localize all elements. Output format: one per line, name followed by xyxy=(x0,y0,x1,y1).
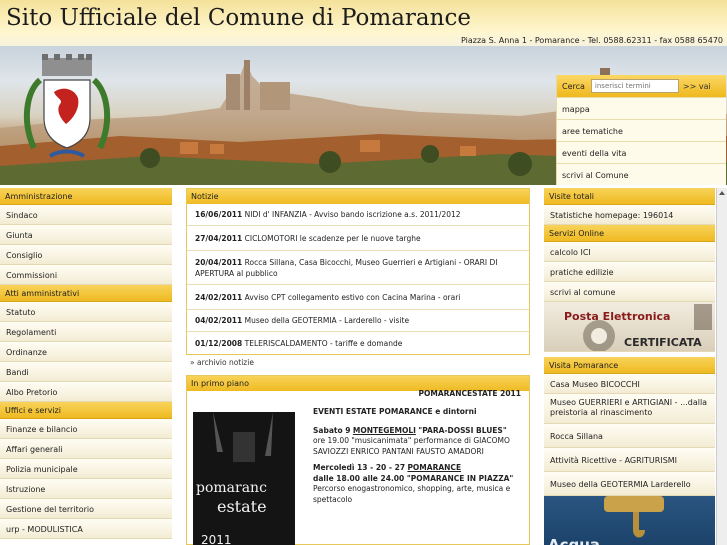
vertical-scrollbar[interactable] xyxy=(716,188,727,545)
visit-rocca-sillana[interactable]: Rocca Sillana xyxy=(544,424,715,448)
menu-item-affari-generali[interactable]: Affari generali xyxy=(0,439,172,459)
news-panel: Notizie 16/06/2011 NIDI d' INFANZIA - Av… xyxy=(186,188,530,355)
news-item[interactable]: 04/02/2011 Museo della GEOTERMIA - Larde… xyxy=(187,310,529,332)
acqua-text: Acqua xyxy=(548,536,600,545)
menu-item-consiglio[interactable]: Consiglio xyxy=(0,245,172,265)
visits-heading: Visite totali xyxy=(544,188,715,205)
news-item[interactable]: 01/12/2008 TELERISCALDAMENTO - tariffe e… xyxy=(187,332,529,354)
scroll-up-arrow-icon[interactable] xyxy=(717,188,727,198)
service-calcolo-ici[interactable]: calcolo ICI xyxy=(544,242,715,262)
pec-text-1: Posta Elettronica xyxy=(564,310,670,323)
menu-heading-uffici: Uffici e servizi xyxy=(0,402,172,419)
visits-stats[interactable]: Statistiche homepage: 196014 xyxy=(544,205,715,225)
search-panel: Cerca >> vai mappa aree tematiche eventi… xyxy=(556,75,726,185)
menu-item-giunta[interactable]: Giunta xyxy=(0,225,172,245)
news-item[interactable]: 24/02/2011 Avviso CPT collegamento estiv… xyxy=(187,285,529,310)
poster-text-1: pomaranc xyxy=(196,480,267,496)
news-archive-link[interactable]: » archivio notizie xyxy=(186,355,530,370)
news-item[interactable]: 16/06/2011 NIDI d' INFANZIA - Avviso ban… xyxy=(187,204,529,226)
acqua-banner[interactable]: Acqua xyxy=(544,496,715,545)
menu-item-albo-pretorio[interactable]: Albo Pretorio xyxy=(0,382,172,402)
event-poster[interactable]: pomaranc estate 2011 xyxy=(193,412,295,545)
contact-info: Piazza S. Anna 1 - Pomarance - Tel. 0588… xyxy=(460,36,723,45)
main-content: Notizie 16/06/2011 NIDI d' INFANZIA - Av… xyxy=(186,188,530,545)
coat-of-arms xyxy=(20,52,114,170)
left-menu: Amministrazione Sindaco Giunta Consiglio… xyxy=(0,188,172,539)
poster-year: 2011 xyxy=(201,533,232,545)
menu-item-modulistica[interactable]: urp - MODULISTICA xyxy=(0,519,172,539)
menu-item-statuto[interactable]: Statuto xyxy=(0,302,172,322)
featured-event-title[interactable]: POMARANCESTATE 2011 xyxy=(418,389,521,398)
search-button[interactable]: >> vai xyxy=(683,82,711,91)
menu-heading-atti: Atti amministrativi xyxy=(0,285,172,302)
menu-item-bandi[interactable]: Bandi xyxy=(0,362,172,382)
menu-item-ordinanze[interactable]: Ordinanze xyxy=(0,342,172,362)
event-subtitle: EVENTI ESTATE POMARANCE e dintorni xyxy=(313,407,477,416)
menu-item-sindaco[interactable]: Sindaco xyxy=(0,205,172,225)
quick-link-scrivi-comune[interactable]: scrivi al Comune xyxy=(557,163,726,185)
visit-heading: Visita Pomarance xyxy=(544,357,715,374)
menu-item-istruzione[interactable]: Istruzione xyxy=(0,479,172,499)
menu-item-regolamenti[interactable]: Regolamenti xyxy=(0,322,172,342)
menu-item-commissioni[interactable]: Commissioni xyxy=(0,265,172,285)
event-description: EVENTI ESTATE POMARANCE e dintorni Sabat… xyxy=(313,407,523,505)
menu-heading-amministrazione: Amministrazione xyxy=(0,188,172,205)
news-heading: Notizie xyxy=(187,189,529,204)
visit-agriturismi[interactable]: Attività Ricettive - AGRITURISMI xyxy=(544,448,715,472)
event-place-link[interactable]: MONTEGEMOLI xyxy=(353,426,416,435)
poster-text-2: estate xyxy=(217,497,267,516)
service-scrivi-comune[interactable]: scrivi al comune xyxy=(544,282,715,302)
menu-item-polizia[interactable]: Polizia municipale xyxy=(0,459,172,479)
service-pratiche-edilizie[interactable]: pratiche edilizie xyxy=(544,262,715,282)
visit-museo-guerrieri[interactable]: Museo GUERRIERI e ARTIGIANI - ...dalla p… xyxy=(544,394,715,424)
search-input[interactable] xyxy=(590,79,679,93)
search-row: Cerca >> vai xyxy=(557,75,726,97)
pec-text-2: CERTIFICATA xyxy=(624,336,702,349)
search-label: Cerca xyxy=(562,81,585,91)
menu-item-territorio[interactable]: Gestione del territorio xyxy=(0,499,172,519)
visit-museo-geotermia[interactable]: Museo della GEOTERMIA Larderello xyxy=(544,472,715,496)
right-sidebar: Visite totali Statistiche homepage: 1960… xyxy=(544,188,715,545)
quick-link-eventi-vita[interactable]: eventi della vita xyxy=(557,141,726,163)
featured-panel: In primo piano POMARANCESTATE 2011 pomar… xyxy=(186,375,530,545)
event-place-link[interactable]: POMARANCE xyxy=(407,463,461,472)
visit-casa-bicocchi[interactable]: Casa Museo BICOCCHI xyxy=(544,374,715,394)
online-services-heading: Servizi Online xyxy=(544,225,715,242)
menu-item-finanze[interactable]: Finanze e bilancio xyxy=(0,419,172,439)
site-title: Sito Ufficiale del Comune di Pomarance xyxy=(6,5,471,31)
quick-link-mappa[interactable]: mappa xyxy=(557,97,726,119)
news-item[interactable]: 20/04/2011 Rocca Sillana, Casa Bicocchi,… xyxy=(187,251,529,285)
news-item[interactable]: 27/04/2011 CICLOMOTORI le scadenze per l… xyxy=(187,226,529,251)
pec-banner[interactable]: Posta Elettronica CERTIFICATA xyxy=(544,302,715,352)
quick-link-aree-tematiche[interactable]: aree tematiche xyxy=(557,119,726,141)
